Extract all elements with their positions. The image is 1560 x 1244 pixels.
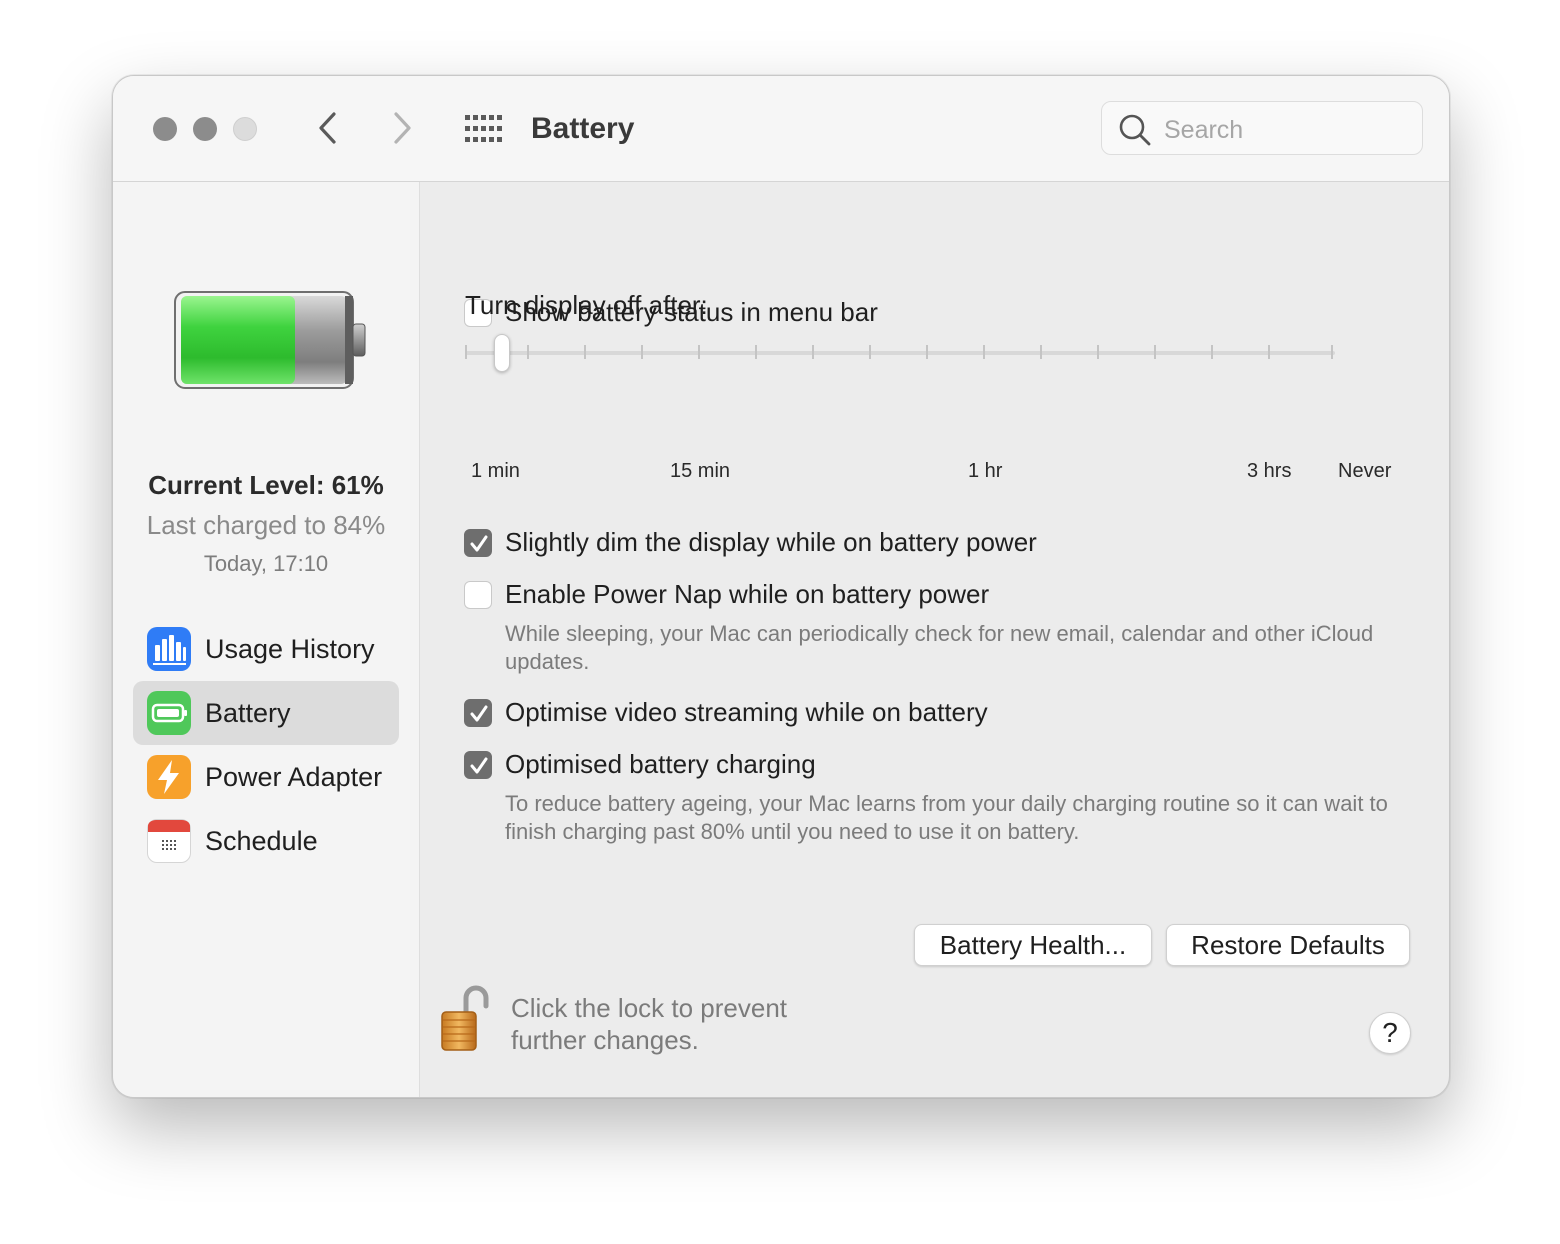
calendar-icon (147, 819, 191, 863)
slider-label: Turn display off after: (465, 290, 708, 320)
show-all-button[interactable] (465, 115, 503, 143)
slider-tick (1040, 345, 1042, 359)
lightning-icon (147, 755, 191, 799)
checkbox-box[interactable] (464, 751, 492, 779)
help-button[interactable]: ? (1369, 1012, 1411, 1054)
checkbox-label: Enable Power Nap while on battery power (505, 579, 990, 609)
checkmark-icon (470, 535, 488, 552)
slider-tick (1097, 345, 1099, 359)
charged-time-text: Today, 17:10 (203, 551, 329, 576)
slider-tick-label: 15 min (670, 460, 731, 482)
checkmark-icon (470, 705, 488, 722)
slider-tick (641, 345, 643, 359)
last-charged-text: Last charged to 84% (146, 510, 386, 540)
sidebar-item-usage-history[interactable]: Usage History (133, 617, 399, 681)
slider-tick-label: 3 hrs (1247, 460, 1292, 482)
slider-tick (584, 345, 586, 359)
sidebar-item-battery[interactable]: Battery (133, 681, 399, 745)
battery-settings-panel: Show battery status in menu bar Turn dis… (420, 182, 1449, 1097)
window-title: Battery (531, 112, 635, 145)
slider-tick-label: 1 hr (968, 460, 1003, 482)
lock-message: Click the lock to prevent further change… (511, 993, 788, 1055)
sidebar-item-power-adapter[interactable]: Power Adapter (133, 745, 399, 809)
slider-tick (527, 345, 529, 359)
battery-health-button[interactable]: Battery Health... (914, 924, 1152, 966)
forward-button[interactable] (387, 110, 417, 146)
search-icon (1119, 114, 1151, 146)
battery-level-icon (174, 291, 366, 389)
checkbox-label: Optimised battery charging (505, 749, 816, 779)
slider-track[interactable] (465, 351, 1335, 355)
sidebar: Current Level: 61% Last charged to 84% T… (113, 182, 420, 1097)
slider-tick-label: Never (1338, 460, 1392, 482)
close-window-button[interactable] (153, 117, 177, 141)
display-sleep-slider[interactable] (465, 328, 1337, 388)
slider-tick (1154, 345, 1156, 359)
back-icon (319, 112, 336, 144)
slider-tick (755, 345, 757, 359)
slider-tick-label: 1 min (471, 460, 520, 482)
current-level-text: Current Level: 61% (148, 470, 384, 500)
usage-history-icon (147, 627, 191, 671)
optimised-charging-description: To reduce battery ageing, your Mac learn… (505, 791, 1388, 844)
grid-icon (465, 115, 502, 142)
zoom-window-button[interactable] (233, 117, 257, 141)
slider-tick (926, 345, 928, 359)
slider-tick (1211, 345, 1213, 359)
checkmark-icon (470, 757, 488, 774)
checkbox-label: Slightly dim the display while on batter… (505, 527, 1037, 557)
sidebar-item-schedule[interactable]: Schedule (133, 809, 399, 873)
slider-tick (1268, 345, 1270, 359)
slider-tick (465, 345, 467, 359)
power-nap-description: While sleeping, your Mac can periodicall… (505, 621, 1374, 674)
slider-tick (1331, 345, 1333, 359)
battery-icon (147, 691, 191, 735)
checkbox-box[interactable] (464, 529, 492, 557)
slider-thumb[interactable] (494, 334, 510, 372)
checkbox-box[interactable] (464, 699, 492, 727)
search-input[interactable] (1162, 112, 1406, 148)
preferences-window: Battery Search Current Level: 61% Last c… (112, 75, 1450, 1098)
checkbox-box[interactable] (464, 581, 492, 609)
checkbox-label: Optimise video streaming while on batter… (505, 697, 988, 727)
sidebar-item-label: Power Adapter (205, 762, 383, 792)
restore-defaults-button[interactable]: Restore Defaults (1166, 924, 1410, 966)
slider-tick (698, 345, 700, 359)
sidebar-item-label: Schedule (205, 826, 318, 856)
search-field[interactable] (1101, 101, 1423, 155)
title-bar: Battery (113, 76, 1449, 182)
forward-icon (394, 112, 411, 144)
slider-tick (812, 345, 814, 359)
sidebar-item-label: Battery (205, 698, 291, 728)
back-button[interactable] (313, 110, 343, 146)
lock-icon[interactable] (440, 982, 492, 1054)
minimize-window-button[interactable] (193, 117, 217, 141)
slider-tick (983, 345, 985, 359)
slider-tick (869, 345, 871, 359)
sidebar-item-label: Usage History (205, 634, 375, 664)
